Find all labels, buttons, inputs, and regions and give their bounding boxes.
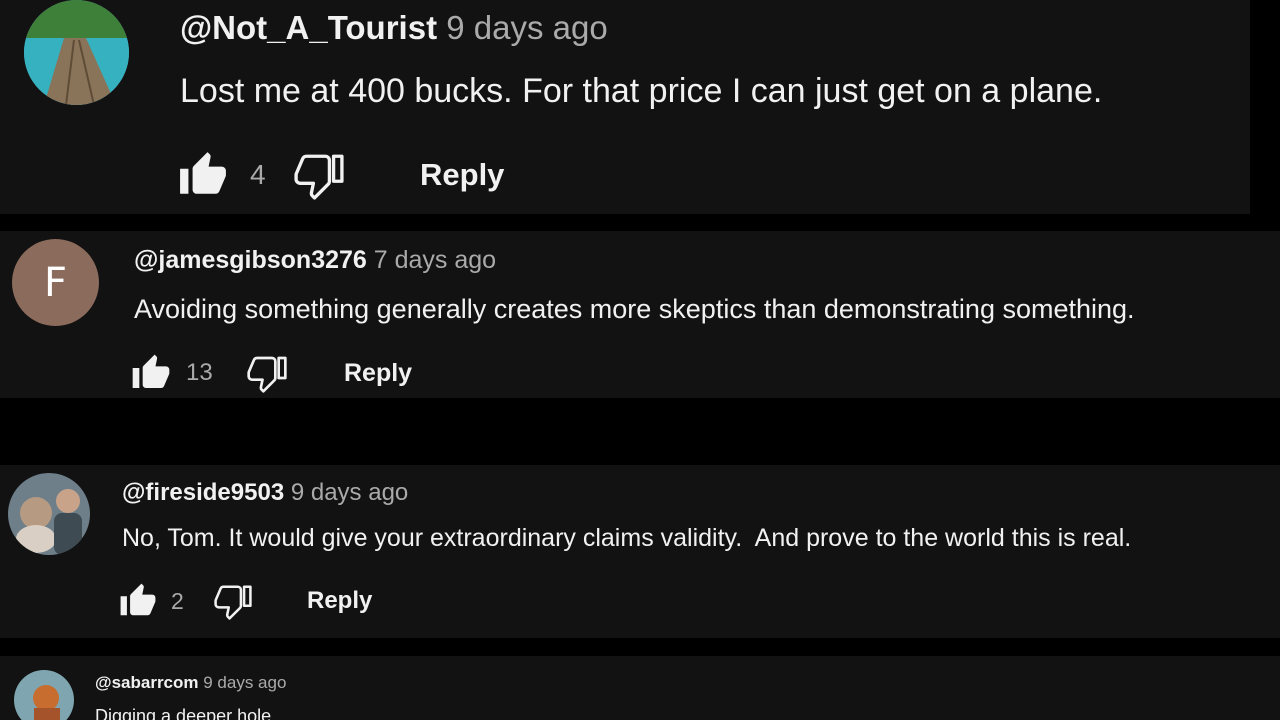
comment-header: @fireside9503 9 days ago [122, 477, 408, 509]
comment-card: @fireside9503 9 days ago No, Tom. It wou… [0, 465, 1280, 638]
comment-actions: 4 Reply [176, 150, 504, 200]
thumbs-up-icon[interactable] [118, 582, 158, 620]
author-name[interactable]: @sabarrcom [95, 673, 199, 692]
author-name[interactable]: @Not_A_Tourist [180, 9, 437, 46]
comment-actions: 13 Reply [130, 353, 412, 393]
comment-card: @Not_A_Tourist 9 days ago Lost me at 400… [0, 0, 1250, 214]
comment-timestamp[interactable]: 9 days ago [291, 479, 408, 506]
comment-timestamp[interactable]: 7 days ago [374, 246, 496, 274]
comment-header: @sabarrcom 9 days ago [95, 672, 286, 694]
avatar[interactable] [14, 670, 74, 720]
comment-header: @jamesgibson3276 7 days ago [134, 243, 496, 277]
comment-text: No, Tom. It would give your extraordinar… [122, 524, 1132, 552]
reply-button[interactable]: Reply [420, 157, 504, 193]
reply-button[interactable]: Reply [307, 587, 372, 615]
avatar[interactable]: F [12, 239, 99, 326]
thumbs-down-icon[interactable] [246, 353, 288, 393]
like-count: 13 [186, 359, 213, 386]
comment-card: F @jamesgibson3276 7 days ago Avoiding s… [0, 231, 1280, 398]
thumbs-up-icon[interactable] [130, 353, 172, 393]
comment-actions: 2 Reply [118, 582, 372, 620]
comment-timestamp[interactable]: 9 days ago [446, 9, 607, 46]
comment-timestamp[interactable]: 9 days ago [203, 673, 286, 692]
thumbs-down-icon[interactable] [213, 582, 253, 620]
reply-button[interactable]: Reply [344, 359, 412, 388]
avatar[interactable] [24, 0, 129, 105]
author-name[interactable]: @fireside9503 [122, 479, 284, 506]
comment-text: Avoiding something generally creates mor… [134, 294, 1135, 324]
thumbs-down-icon[interactable] [292, 150, 346, 200]
author-name[interactable]: @jamesgibson3276 [134, 246, 367, 274]
avatar-letter: F [43, 259, 67, 306]
thumbs-up-icon[interactable] [176, 150, 230, 200]
like-count: 2 [171, 587, 184, 614]
comment-header: @Not_A_Tourist 9 days ago [180, 6, 608, 50]
comment-text: Lost me at 400 bucks. For that price I c… [180, 72, 1103, 110]
avatar[interactable] [8, 473, 90, 555]
comment-text: Digging a deeper hole [95, 706, 272, 720]
like-count: 4 [250, 159, 266, 190]
comment-card: @sabarrcom 9 days ago Digging a deeper h… [0, 656, 1280, 720]
